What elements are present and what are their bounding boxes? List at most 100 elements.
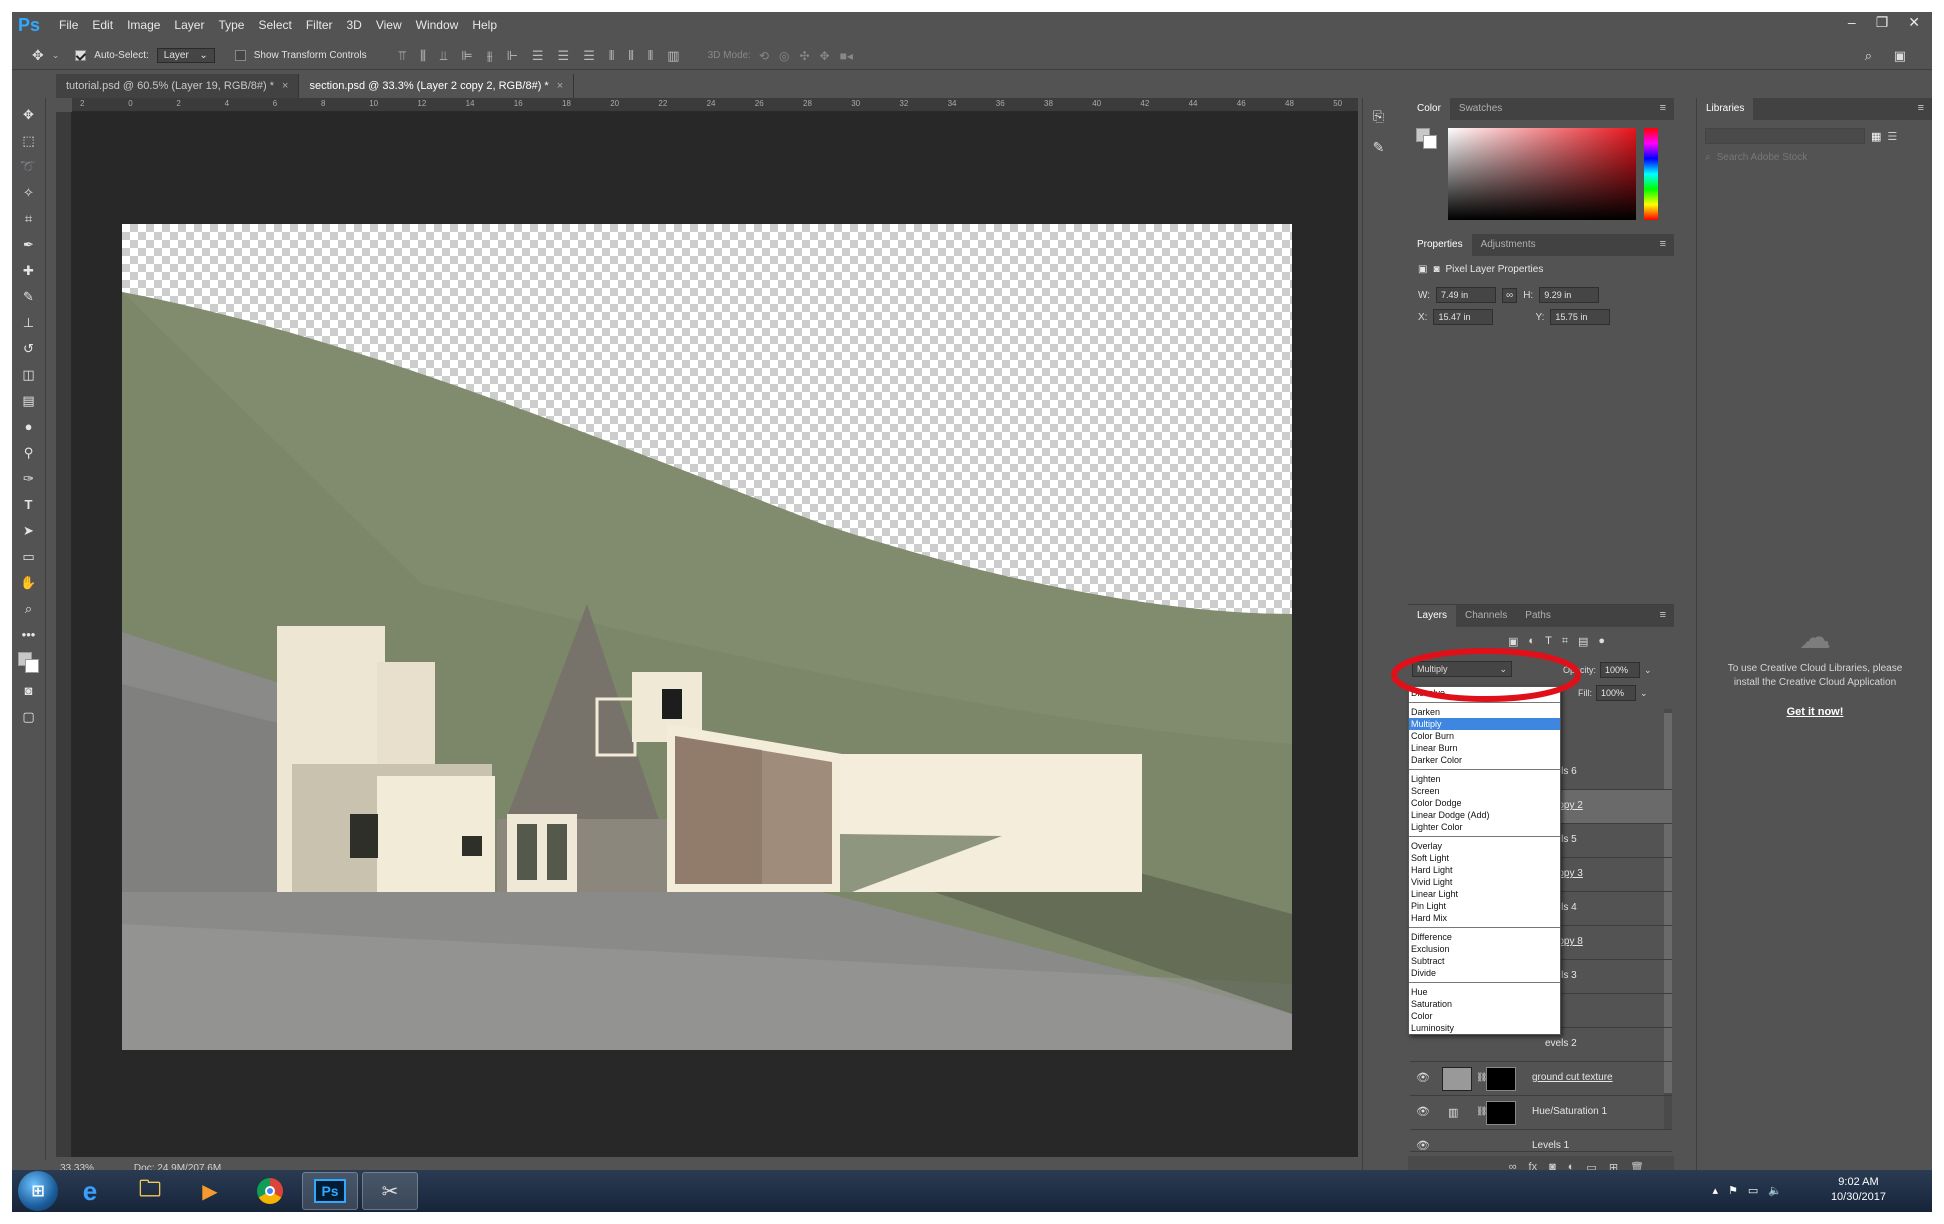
- color-swatch-pair[interactable]: [1416, 128, 1438, 150]
- rectangle-tool-icon[interactable]: ▭: [18, 548, 40, 566]
- blend-mode-option[interactable]: Hard Mix: [1409, 912, 1560, 924]
- tab-layers[interactable]: Layers: [1408, 605, 1457, 627]
- tool-preset-chevron-icon[interactable]: ⌄: [52, 50, 60, 61]
- menu-type[interactable]: Type: [211, 18, 251, 32]
- blend-mode-option[interactable]: Subtract: [1409, 955, 1560, 967]
- blend-mode-option[interactable]: Overlay: [1409, 840, 1560, 852]
- fill-field[interactable]: 100%: [1596, 685, 1636, 701]
- marquee-tool-icon[interactable]: ⬚: [18, 132, 40, 150]
- 3d-orbit-icon[interactable]: ⟲: [759, 49, 769, 63]
- x-field[interactable]: 15.47 in: [1433, 309, 1494, 325]
- tab-adjustments[interactable]: Adjustments: [1472, 234, 1545, 256]
- quick-mask-icon[interactable]: ◙: [18, 682, 40, 700]
- move-tool-icon[interactable]: ✥: [32, 47, 44, 64]
- width-field[interactable]: 7.49 in: [1436, 287, 1497, 303]
- blend-mode-option[interactable]: Pin Light: [1409, 900, 1560, 912]
- gradient-tool-icon[interactable]: ▤: [18, 392, 40, 410]
- panel-menu-icon[interactable]: ≡: [1660, 238, 1666, 250]
- menu-window[interactable]: Window: [409, 18, 466, 32]
- panel-menu-icon[interactable]: ≡: [1918, 102, 1924, 114]
- link-icon[interactable]: ∞: [1502, 287, 1518, 303]
- align-right-icon[interactable]: ⊩: [507, 48, 518, 64]
- blur-tool-icon[interactable]: ●: [18, 418, 40, 436]
- healing-brush-tool-icon[interactable]: ✚: [18, 262, 40, 280]
- tab-properties[interactable]: Properties: [1408, 234, 1472, 256]
- search-icon[interactable]: ⌕: [1865, 48, 1872, 64]
- menu-edit[interactable]: Edit: [85, 18, 120, 32]
- blend-mode-option[interactable]: Darken: [1409, 706, 1560, 718]
- blend-mode-option[interactable]: Luminosity: [1409, 1022, 1560, 1034]
- blend-mode-option[interactable]: Hue: [1409, 986, 1560, 998]
- blend-mode-option[interactable]: Linear Dodge (Add): [1409, 809, 1560, 821]
- close-button[interactable]: ✕: [1908, 14, 1920, 31]
- close-icon[interactable]: ×: [557, 80, 563, 92]
- color-field[interactable]: [1448, 128, 1636, 220]
- blend-mode-option[interactable]: Lighten: [1409, 773, 1560, 785]
- stock-search-input[interactable]: Search Adobe Stock: [1717, 152, 1808, 163]
- blend-mode-option[interactable]: Soft Light: [1409, 852, 1560, 864]
- auto-select-checkbox[interactable]: [75, 50, 87, 61]
- 3d-slide-icon[interactable]: ✥: [820, 49, 830, 63]
- workspace-icon[interactable]: ▣: [1894, 48, 1906, 64]
- 3d-camera-icon[interactable]: ■◂: [840, 49, 853, 63]
- background-color-swatch[interactable]: [24, 659, 39, 673]
- blend-mode-option[interactable]: Lighter Color: [1409, 821, 1560, 833]
- document-canvas[interactable]: [122, 224, 1292, 1050]
- tab-paths[interactable]: Paths: [1516, 605, 1560, 627]
- grid-view-icon[interactable]: ▦: [1871, 130, 1881, 143]
- more-tools-icon[interactable]: •••: [18, 626, 40, 644]
- tab-libraries[interactable]: Libraries: [1697, 98, 1754, 120]
- eraser-tool-icon[interactable]: ◫: [18, 366, 40, 384]
- chevron-down-icon[interactable]: ⌄: [1644, 665, 1652, 676]
- restore-button[interactable]: ❐: [1876, 14, 1889, 31]
- blend-mode-option[interactable]: Darker Color: [1409, 754, 1560, 766]
- hand-tool-icon[interactable]: ✋: [18, 574, 40, 592]
- auto-align-icon[interactable]: ▥: [667, 48, 679, 64]
- tab-swatches[interactable]: Swatches: [1450, 98, 1511, 120]
- crop-tool-icon[interactable]: ⌗: [18, 210, 40, 228]
- hue-slider[interactable]: [1644, 128, 1658, 220]
- brush-tool-icon[interactable]: ✎: [18, 288, 40, 306]
- snipping-tool-icon[interactable]: ✂: [362, 1172, 418, 1210]
- align-left-icon[interactable]: ⊫: [461, 48, 472, 64]
- library-select[interactable]: [1705, 128, 1865, 144]
- pen-tool-icon[interactable]: ✑: [18, 470, 40, 488]
- menu-layer[interactable]: Layer: [167, 18, 211, 32]
- dodge-tool-icon[interactable]: ⚲: [18, 444, 40, 462]
- visibility-eye-icon[interactable]: 👁: [1416, 1105, 1430, 1118]
- y-field[interactable]: 15.75 in: [1550, 309, 1611, 325]
- chevron-down-icon[interactable]: ⌄: [1640, 688, 1648, 699]
- history-brush-tool-icon[interactable]: ↺: [18, 340, 40, 358]
- blend-mode-option[interactable]: Color: [1409, 1010, 1560, 1022]
- menu-filter[interactable]: Filter: [299, 18, 340, 32]
- blend-mode-option[interactable]: Exclusion: [1409, 943, 1560, 955]
- panel-menu-icon[interactable]: ≡: [1660, 102, 1666, 114]
- blend-mode-option[interactable]: Color Dodge: [1409, 797, 1560, 809]
- distribute-top-icon[interactable]: ☰: [532, 48, 544, 64]
- auto-select-target-select[interactable]: Layer ⌄: [156, 48, 215, 63]
- tab-channels[interactable]: Channels: [1456, 605, 1516, 627]
- photoshop-taskbar-icon[interactable]: Ps: [302, 1172, 358, 1210]
- menu-help[interactable]: Help: [465, 18, 504, 32]
- blend-mode-option[interactable]: Color Burn: [1409, 730, 1560, 742]
- tab-tutorial[interactable]: tutorial.psd @ 60.5% (Layer 19, RGB/8#) …: [56, 74, 300, 98]
- blend-mode-option[interactable]: Divide: [1409, 967, 1560, 979]
- bg-swatch[interactable]: [1423, 135, 1437, 149]
- lasso-tool-icon[interactable]: ➰: [18, 158, 40, 176]
- 3d-roll-icon[interactable]: ◎: [779, 49, 789, 63]
- chrome-icon[interactable]: [242, 1172, 298, 1210]
- align-bottom-icon[interactable]: ⫫: [440, 48, 447, 64]
- menu-file[interactable]: File: [52, 18, 85, 32]
- network-icon[interactable]: ▭: [1748, 1184, 1758, 1197]
- menu-image[interactable]: Image: [120, 18, 167, 32]
- filter-toggle-icon[interactable]: ●: [1598, 635, 1605, 648]
- align-top-icon[interactable]: ⫪: [399, 48, 406, 64]
- close-icon[interactable]: ×: [282, 80, 288, 92]
- blend-mode-option[interactable]: Vivid Light: [1409, 876, 1560, 888]
- distribute-vcenter-icon[interactable]: ☰: [558, 48, 570, 64]
- height-field[interactable]: 9.29 in: [1539, 287, 1600, 303]
- visibility-eye-icon[interactable]: 👁: [1416, 1139, 1430, 1151]
- blend-mode-option[interactable]: Saturation: [1409, 998, 1560, 1010]
- clock[interactable]: 9:02 AM 10/30/2017: [1831, 1175, 1886, 1205]
- file-explorer-icon[interactable]: 🗀: [122, 1172, 178, 1210]
